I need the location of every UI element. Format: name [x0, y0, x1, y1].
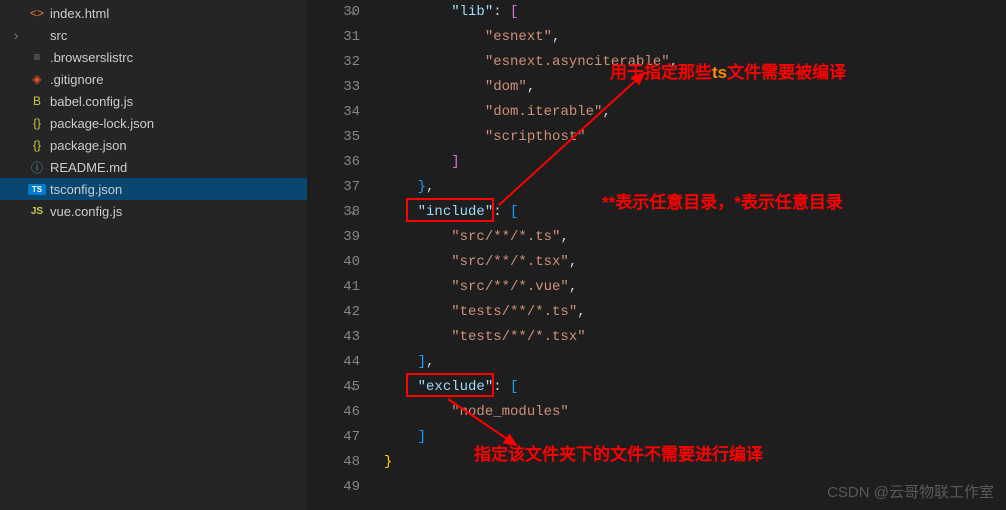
code-line[interactable]: "node_modules": [384, 400, 1006, 425]
file-label: babel.config.js: [50, 94, 133, 109]
line-number: 43: [308, 325, 360, 350]
file-tree: <> index.html › src ≡ .browserslistrc ◈ .gitign…: [0, 0, 307, 222]
code-line[interactable]: "src/**/*.ts",: [384, 225, 1006, 250]
babel-icon: B: [28, 94, 46, 108]
code-line[interactable]: ],: [384, 350, 1006, 375]
file-babel-config-js[interactable]: Bbabel.config.js: [0, 90, 307, 112]
code-line[interactable]: }: [384, 450, 1006, 475]
line-number: 37: [308, 175, 360, 200]
line-number: 45⌄: [308, 375, 360, 400]
line-number: 33: [308, 75, 360, 100]
code-line[interactable]: },: [384, 175, 1006, 200]
line-number: 32: [308, 50, 360, 75]
file-tsconfig-json[interactable]: TS tsconfig.json: [0, 178, 307, 200]
file-label: package-lock.json: [50, 116, 154, 131]
code-line[interactable]: "src/**/*.tsx",: [384, 250, 1006, 275]
line-number: 48: [308, 450, 360, 475]
line-number: 42: [308, 300, 360, 325]
file-package-lock-json[interactable]: {} package-lock.json: [0, 112, 307, 134]
line-number: 40: [308, 250, 360, 275]
line-number: 34: [308, 100, 360, 125]
chevron-icon: ›: [14, 28, 26, 43]
line-number: 30⌄: [308, 0, 360, 25]
fold-icon[interactable]: ⌄: [350, 0, 356, 25]
json-icon: {}: [28, 138, 46, 152]
file-label: package.json: [50, 138, 127, 153]
file-label: vue.config.js: [50, 204, 122, 219]
ts-icon: TS: [28, 184, 46, 195]
js-icon: JS: [28, 206, 46, 217]
code-line[interactable]: ]: [384, 150, 1006, 175]
code-line[interactable]: "tests/**/*.tsx": [384, 325, 1006, 350]
file-label: tsconfig.json: [50, 182, 122, 197]
file-src[interactable]: › src: [0, 24, 307, 46]
code-editor: 30⌄3132333435363738⌄39404142434445⌄46474…: [308, 0, 1006, 510]
fold-icon[interactable]: ⌄: [350, 200, 356, 225]
readme-icon: ⓘ: [28, 159, 46, 176]
code-line[interactable]: "exclude": [: [384, 375, 1006, 400]
file-vue-config-js[interactable]: JS vue.config.js: [0, 200, 307, 222]
line-number: 38⌄: [308, 200, 360, 225]
html-icon: <>: [28, 6, 46, 20]
git-icon: ◈: [28, 72, 46, 86]
line-number: 36: [308, 150, 360, 175]
json-icon: {}: [28, 116, 46, 130]
file-label: .gitignore: [50, 72, 103, 87]
code-line[interactable]: "tests/**/*.ts",: [384, 300, 1006, 325]
file--browserslistrc[interactable]: ≡ .browserslistrc: [0, 46, 307, 68]
code-line[interactable]: "esnext",: [384, 25, 1006, 50]
code-line[interactable]: "include": [: [384, 200, 1006, 225]
line-number: 41: [308, 275, 360, 300]
code-line[interactable]: "scripthost": [384, 125, 1006, 150]
code-line[interactable]: "dom.iterable",: [384, 100, 1006, 125]
file-label: src: [50, 28, 67, 43]
code-line[interactable]: ]: [384, 425, 1006, 450]
line-number: 39: [308, 225, 360, 250]
file--gitignore[interactable]: ◈ .gitignore: [0, 68, 307, 90]
line-number: 31: [308, 25, 360, 50]
config-icon: ≡: [28, 50, 46, 64]
line-number: 35: [308, 125, 360, 150]
line-number: 44: [308, 350, 360, 375]
code-line[interactable]: "esnext.asynciterable",: [384, 50, 1006, 75]
code-line[interactable]: [384, 475, 1006, 500]
line-number: 47: [308, 425, 360, 450]
file-index-html[interactable]: <> index.html: [0, 2, 307, 24]
code-line[interactable]: "lib": [: [384, 0, 1006, 25]
file-README-md[interactable]: ⓘ README.md: [0, 156, 307, 178]
file-explorer: <> index.html › src ≡ .browserslistrc ◈ .gitign…: [0, 0, 308, 510]
line-number: 46: [308, 400, 360, 425]
file-label: .browserslistrc: [50, 50, 133, 65]
code-line[interactable]: "dom",: [384, 75, 1006, 100]
file-label: index.html: [50, 6, 109, 21]
fold-icon[interactable]: ⌄: [350, 375, 356, 400]
file-package-json[interactable]: {} package.json: [0, 134, 307, 156]
code-area[interactable]: "lib": [ "esnext", "esnext.asynciterable…: [384, 0, 1006, 510]
line-gutter: 30⌄3132333435363738⌄39404142434445⌄46474…: [308, 0, 384, 510]
file-label: README.md: [50, 160, 127, 175]
code-line[interactable]: "src/**/*.vue",: [384, 275, 1006, 300]
line-number: 49: [308, 475, 360, 500]
